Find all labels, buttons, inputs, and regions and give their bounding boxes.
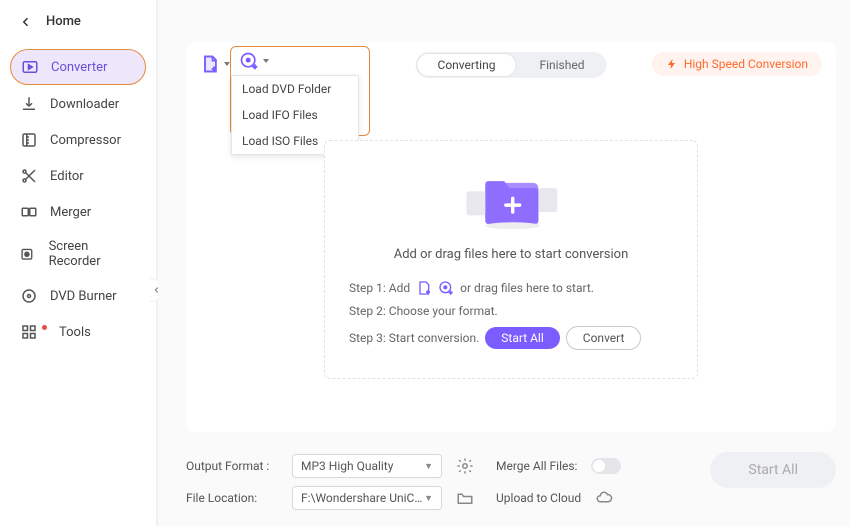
- drop-message: Add or drag files here to start conversi…: [349, 247, 673, 262]
- sidebar-label: DVD Burner: [50, 289, 117, 304]
- start-all-button-small[interactable]: Start All: [485, 327, 560, 349]
- high-speed-label: High Speed Conversion: [684, 57, 808, 71]
- sidebar-item-screen-recorder[interactable]: Screen Recorder: [10, 231, 146, 277]
- cloud-icon[interactable]: [595, 489, 613, 507]
- tab-finished[interactable]: Finished: [517, 52, 606, 78]
- file-location-label: File Location:: [186, 491, 278, 505]
- chevron-down-icon: [263, 59, 269, 63]
- highlight-box: Load DVD Folder Load IFO Files Load ISO …: [230, 46, 370, 136]
- step-2-row: Step 2: Choose your format.: [349, 304, 673, 318]
- converter-panel: Load DVD Folder Load IFO Files Load ISO …: [186, 42, 836, 432]
- disc-add-icon[interactable]: [438, 280, 454, 296]
- merge-all-label: Merge All Files:: [496, 459, 577, 473]
- tab-converting[interactable]: Converting: [417, 53, 517, 77]
- step3-prefix: Step 3: Start conversion.: [349, 331, 479, 345]
- sidebar-item-converter[interactable]: Converter: [10, 49, 146, 85]
- folder-open-icon[interactable]: [456, 489, 474, 507]
- step1-prefix: Step 1: Add: [349, 281, 410, 295]
- menu-item-load-ifo-files[interactable]: Load IFO Files: [232, 102, 358, 128]
- upload-cloud-label: Upload to Cloud: [496, 491, 581, 505]
- notification-dot: [42, 325, 47, 330]
- start-all-button[interactable]: Start All: [710, 452, 836, 488]
- status-tabs: Converting Finished: [416, 52, 607, 78]
- compress-icon: [20, 131, 38, 149]
- drop-area[interactable]: Add or drag files here to start conversi…: [324, 140, 698, 379]
- sidebar-item-compressor[interactable]: Compressor: [10, 123, 146, 157]
- step1-suffix: or drag files here to start.: [460, 281, 594, 295]
- scissors-icon: [20, 167, 38, 185]
- sidebar: Home Converter Downloader Compressor Edi…: [0, 0, 158, 526]
- add-file-button[interactable]: [196, 52, 234, 76]
- sidebar-item-downloader[interactable]: Downloader: [10, 87, 146, 121]
- sidebar-item-dvd-burner[interactable]: DVD Burner: [10, 279, 146, 313]
- sidebar-label: Tools: [59, 325, 91, 340]
- home-label: Home: [46, 14, 81, 29]
- sidebar-label: Compressor: [50, 133, 121, 148]
- output-format-select[interactable]: MP3 High Quality ▼: [292, 454, 442, 478]
- step-3-row: Step 3: Start conversion. Start All Conv…: [349, 326, 673, 350]
- file-location-select[interactable]: F:\Wondershare UniConverter 1 ▼: [292, 486, 442, 510]
- menu-item-load-dvd-folder[interactable]: Load DVD Folder: [232, 76, 358, 102]
- disc-icon: [20, 287, 38, 305]
- download-icon: [20, 95, 38, 113]
- record-icon: [20, 245, 37, 263]
- chevron-down-icon: ▼: [424, 493, 433, 504]
- settings-icon[interactable]: [456, 457, 474, 475]
- sidebar-label: Screen Recorder: [49, 239, 136, 269]
- high-speed-badge[interactable]: High Speed Conversion: [652, 52, 822, 76]
- sidebar-label: Editor: [50, 169, 84, 184]
- step-1-row: Step 1: Add or drag files here to start.: [349, 280, 673, 296]
- home-button[interactable]: Home: [0, 0, 156, 43]
- sidebar-item-editor[interactable]: Editor: [10, 159, 146, 193]
- converter-icon: [21, 58, 39, 76]
- grid-icon: [20, 323, 38, 341]
- sidebar-item-tools[interactable]: Tools: [10, 315, 146, 349]
- file-add-icon: [200, 54, 220, 74]
- sidebar-item-merger[interactable]: Merger: [10, 195, 146, 229]
- merge-icon: [20, 203, 38, 221]
- merge-all-toggle[interactable]: [591, 458, 621, 474]
- load-dvd-button[interactable]: [239, 51, 269, 71]
- sidebar-label: Converter: [51, 60, 107, 75]
- bolt-icon: [666, 58, 678, 70]
- sidebar-label: Merger: [50, 205, 91, 220]
- folder-illustration: [349, 165, 673, 235]
- file-location-value: F:\Wondershare UniConverter 1: [301, 491, 424, 505]
- chevron-left-icon: [20, 16, 32, 28]
- chevron-down-icon: ▼: [424, 461, 433, 472]
- disc-add-icon: [239, 51, 259, 71]
- file-add-icon[interactable]: [416, 280, 432, 296]
- sidebar-label: Downloader: [50, 97, 119, 112]
- convert-button-small[interactable]: Convert: [566, 326, 642, 350]
- output-format-label: Output Format :: [186, 459, 278, 473]
- output-format-value: MP3 High Quality: [301, 459, 393, 473]
